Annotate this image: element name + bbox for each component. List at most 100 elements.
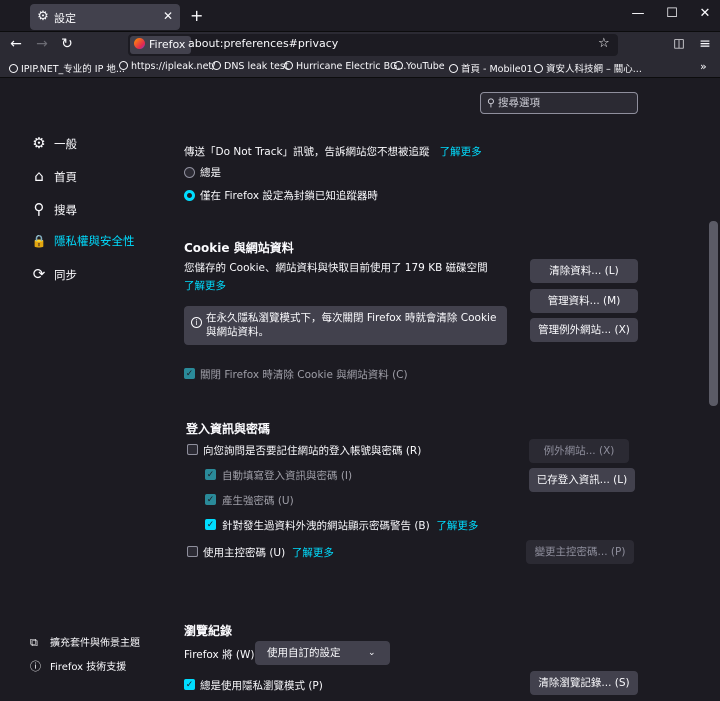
bookmark-item[interactable]: Hurricane Electric BG... — [284, 61, 406, 72]
sidebar-item-search[interactable]: ⚲ 搜尋 — [30, 198, 78, 220]
ask-to-save-label: 向您詢問是否要記住網站的登入帳號與密碼 (R) — [203, 445, 422, 457]
nav-toolbar: ← → ↻ Firefox about:preferences#privacy … — [0, 32, 720, 58]
bookmark-item[interactable]: DNS leak test — [212, 61, 289, 72]
globe-icon — [394, 61, 403, 70]
firefox-logo-icon — [134, 38, 145, 49]
sidebar-item-privacy[interactable]: 🔒 隱私權與安全性 — [30, 230, 135, 252]
search-input[interactable]: ⚲ 搜尋選項 — [480, 92, 638, 114]
globe-icon — [534, 64, 543, 73]
cookies-heading: Cookie 與網站資料 — [184, 241, 294, 255]
sidebar-footer-addons[interactable]: ⧉ 擴充套件與佈景主題 — [30, 634, 140, 650]
new-tab-button[interactable]: + — [190, 6, 203, 25]
bookmark-star-icon[interactable]: ☆ — [598, 36, 610, 51]
puzzle-icon: ⧉ — [30, 636, 38, 649]
forward-button[interactable]: → — [33, 36, 51, 52]
ask-to-save-checkbox[interactable] — [187, 444, 198, 455]
login-exceptions-button[interactable]: 例外網站... (X) — [529, 439, 629, 463]
bookmarks-toolbar: IPIP.NET_专业的 IP 地... https://ipleak.net/… — [0, 58, 720, 78]
dnt-always-radio[interactable] — [184, 167, 195, 178]
cookies-usage-text: 您儲存的 Cookie、網站資料與快取目前使用了 179 KB 磁碟空間 — [184, 262, 488, 274]
search-icon: ⚲ — [33, 200, 45, 218]
globe-icon — [9, 64, 18, 73]
preferences-page: ⚲ 搜尋選項 ⚙ 一般 ⌂ 首頁 ⚲ 搜尋 🔒 隱私權與安全性 ⟳ 同步 ⧉ 擴充套件與佈景… — [0, 79, 720, 701]
bookmark-item[interactable]: IPIP.NET_专业的 IP 地... — [9, 61, 125, 75]
bookmark-item[interactable]: 資安人科技網 – 關心... — [534, 61, 642, 75]
scrollbar-thumb[interactable] — [709, 221, 718, 406]
globe-icon — [449, 64, 458, 73]
dnt-only-blocking-radio[interactable] — [184, 190, 195, 201]
change-primary-password-button[interactable]: 變更主控密碼... (P) — [526, 540, 634, 564]
search-icon: ⚲ — [487, 97, 499, 109]
info-box: i 在永久隱私瀏覽模式下，每次關閉 Firefox 時就會清除 Cookie 與… — [184, 306, 507, 345]
back-button[interactable]: ← — [7, 36, 25, 52]
bookmark-item[interactable]: https://ipleak.net/ — [119, 61, 215, 72]
bookmarks-overflow-button[interactable]: » — [700, 60, 707, 73]
url-text[interactable]: about:preferences#privacy — [188, 37, 338, 50]
dnt-description: 傳送「Do Not Track」訊號，告訴網站您不想被追蹤 了解更多 — [184, 146, 482, 158]
info-icon: i — [191, 317, 202, 328]
reload-button[interactable]: ↻ — [58, 36, 76, 52]
home-icon: ⌂ — [34, 167, 44, 185]
delete-on-close-label: 關閉 Firefox 時清除 Cookie 與網站資料 (C) — [200, 369, 408, 381]
tab-strip: ⚙ 設定 ✕ + — ☐ ✕ — [0, 0, 720, 32]
sidebar-item-general[interactable]: ⚙ 一般 — [30, 132, 77, 154]
sidebar-item-label: 隱私權與安全性 — [54, 234, 135, 248]
sidebar-item-label: 搜尋 — [54, 203, 77, 217]
bookmark-item[interactable]: 首頁 - Mobile01 — [449, 61, 533, 75]
dnt-always-label: 總是 — [200, 167, 221, 179]
clear-history-button[interactable]: 清除瀏覽記錄... (S) — [530, 671, 638, 695]
bookmark-item[interactable]: YouTube — [394, 61, 445, 72]
sidebar-item-label: 同步 — [54, 268, 77, 282]
manage-exceptions-button[interactable]: 管理例外網站... (X) — [530, 318, 638, 342]
history-mode-value: 使用自訂的設定 — [267, 647, 341, 659]
minimize-button[interactable]: — — [628, 6, 648, 21]
tab-settings[interactable]: ⚙ 設定 ✕ — [30, 4, 180, 30]
autofill-label: 自動填寫登入資訊與密碼 (I) — [222, 470, 353, 482]
globe-icon — [212, 61, 221, 70]
generate-password-checkbox[interactable]: ✓ — [205, 494, 216, 505]
url-bar[interactable]: Firefox about:preferences#privacy ☆ — [128, 34, 618, 56]
primary-password-learn-more-link[interactable]: 了解更多 — [292, 547, 334, 559]
breach-learn-more-link[interactable]: 了解更多 — [436, 520, 478, 532]
clear-data-button[interactable]: 清除資料... (L) — [530, 259, 638, 283]
tab-title: 設定 — [54, 12, 76, 25]
chevron-down-icon: ⌄ — [368, 648, 376, 658]
sidebar-item-label: 一般 — [54, 137, 77, 151]
globe-icon — [284, 61, 293, 70]
primary-password-label: 使用主控密碼 (U) 了解更多 — [203, 547, 334, 559]
cookies-learn-more-link[interactable]: 了解更多 — [184, 278, 226, 293]
always-private-checkbox[interactable]: ✓ — [184, 679, 195, 690]
logins-heading: 登入資訊與密碼 — [186, 422, 271, 436]
scrollbar[interactable] — [707, 79, 720, 701]
breach-alerts-checkbox[interactable]: ✓ — [205, 519, 216, 530]
pocket-icon[interactable]: ◫ — [670, 36, 688, 50]
breach-alerts-label: 針對發生過資料外洩的網站顯示密碼警告 (B) 了解更多 — [222, 520, 479, 532]
generate-password-label: 產生強密碼 (U) — [222, 495, 294, 507]
dnt-only-blocking-label: 僅在 Firefox 設定為封鎖已知追蹤器時 — [200, 190, 378, 202]
history-mode-select[interactable]: 使用自訂的設定 ⌄ — [255, 641, 390, 665]
sidebar-item-sync[interactable]: ⟳ 同步 — [30, 263, 77, 285]
lock-icon: 🔒 — [31, 234, 47, 248]
sidebar-footer-support[interactable]: ⓘ Firefox 技術支援 — [30, 658, 126, 674]
gear-icon: ⚙ — [37, 9, 49, 24]
primary-password-checkbox[interactable] — [187, 546, 198, 557]
sync-icon: ⟳ — [32, 265, 46, 283]
autofill-checkbox[interactable]: ✓ — [205, 469, 216, 480]
dnt-learn-more-link[interactable]: 了解更多 — [440, 146, 482, 158]
identity-box[interactable]: Firefox — [130, 36, 192, 54]
globe-icon — [119, 61, 128, 70]
gear-icon: ⚙ — [32, 134, 46, 152]
delete-on-close-checkbox[interactable]: ✓ — [184, 368, 195, 379]
sidebar-item-home[interactable]: ⌂ 首頁 — [30, 165, 77, 187]
close-tab-icon[interactable]: ✕ — [163, 9, 173, 23]
always-private-label: 總是使用隱私瀏覽模式 (P) — [200, 680, 323, 692]
close-window-button[interactable]: ✕ — [695, 6, 715, 21]
menu-button[interactable]: ≡ — [696, 36, 714, 52]
help-icon: ⓘ — [30, 660, 41, 673]
sidebar-item-label: 首頁 — [54, 170, 77, 184]
saved-logins-button[interactable]: 已存登入資訊... (L) — [529, 468, 635, 492]
identity-label: Firefox — [149, 38, 186, 51]
maximize-button[interactable]: ☐ — [662, 6, 682, 21]
search-placeholder: 搜尋選項 — [498, 97, 541, 109]
manage-data-button[interactable]: 管理資料... (M) — [530, 289, 638, 313]
